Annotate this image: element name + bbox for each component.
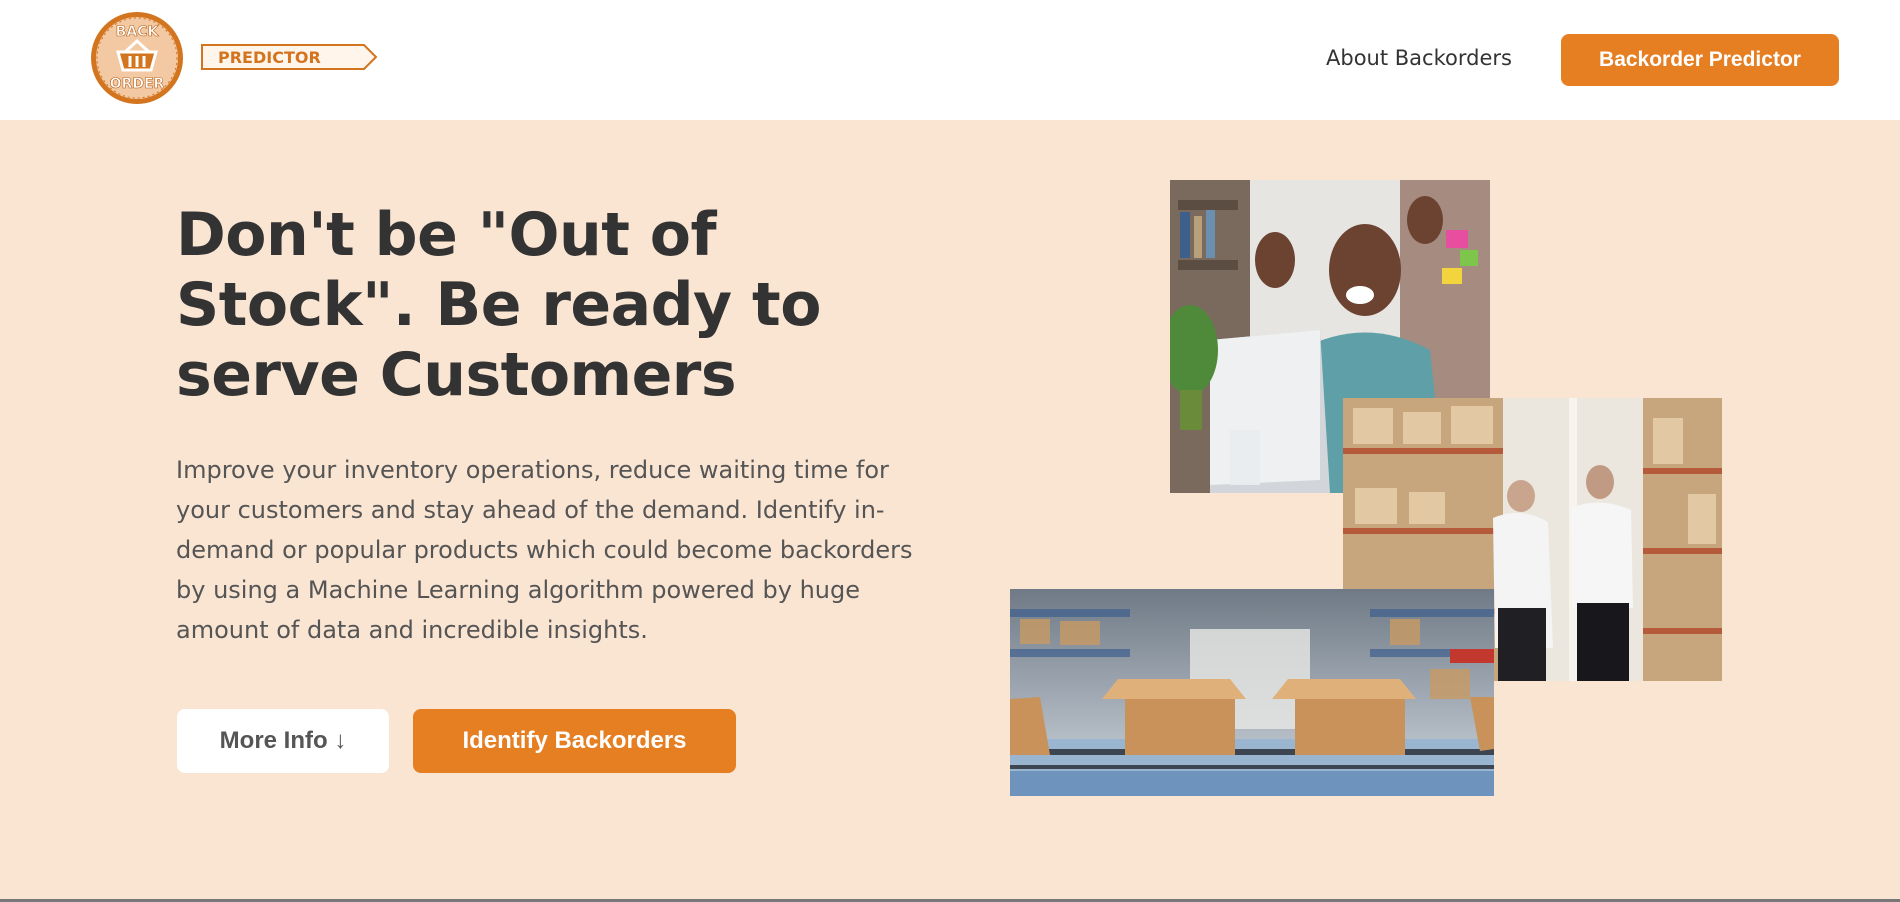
logo-banner-text: PREDICTOR [218,48,321,67]
site-header: PREDICTOR BACK ORDER About Backorders Ba… [0,0,1900,120]
backorder-predictor-logo[interactable]: PREDICTOR BACK ORDER [62,10,378,106]
hero-headline: Don't be "Out of Stock". Be ready to ser… [176,200,821,410]
more-info-button[interactable]: More Info ↓ [177,709,389,773]
conveyor-boxes-image [1010,589,1494,796]
nav-about-backorders[interactable]: About Backorders [1326,46,1512,70]
logo-bottom-text: ORDER [110,76,165,92]
logo-graphic: PREDICTOR BACK ORDER [91,12,378,104]
backorder-predictor-button[interactable]: Backorder Predictor [1561,34,1839,86]
hero-description: Improve your inventory operations, reduc… [176,456,913,644]
identify-backorders-button[interactable]: Identify Backorders [413,709,736,773]
logo-top-text: BACK [116,24,160,40]
hero-section: Don't be "Out of Stock". Be ready to ser… [0,120,1900,902]
